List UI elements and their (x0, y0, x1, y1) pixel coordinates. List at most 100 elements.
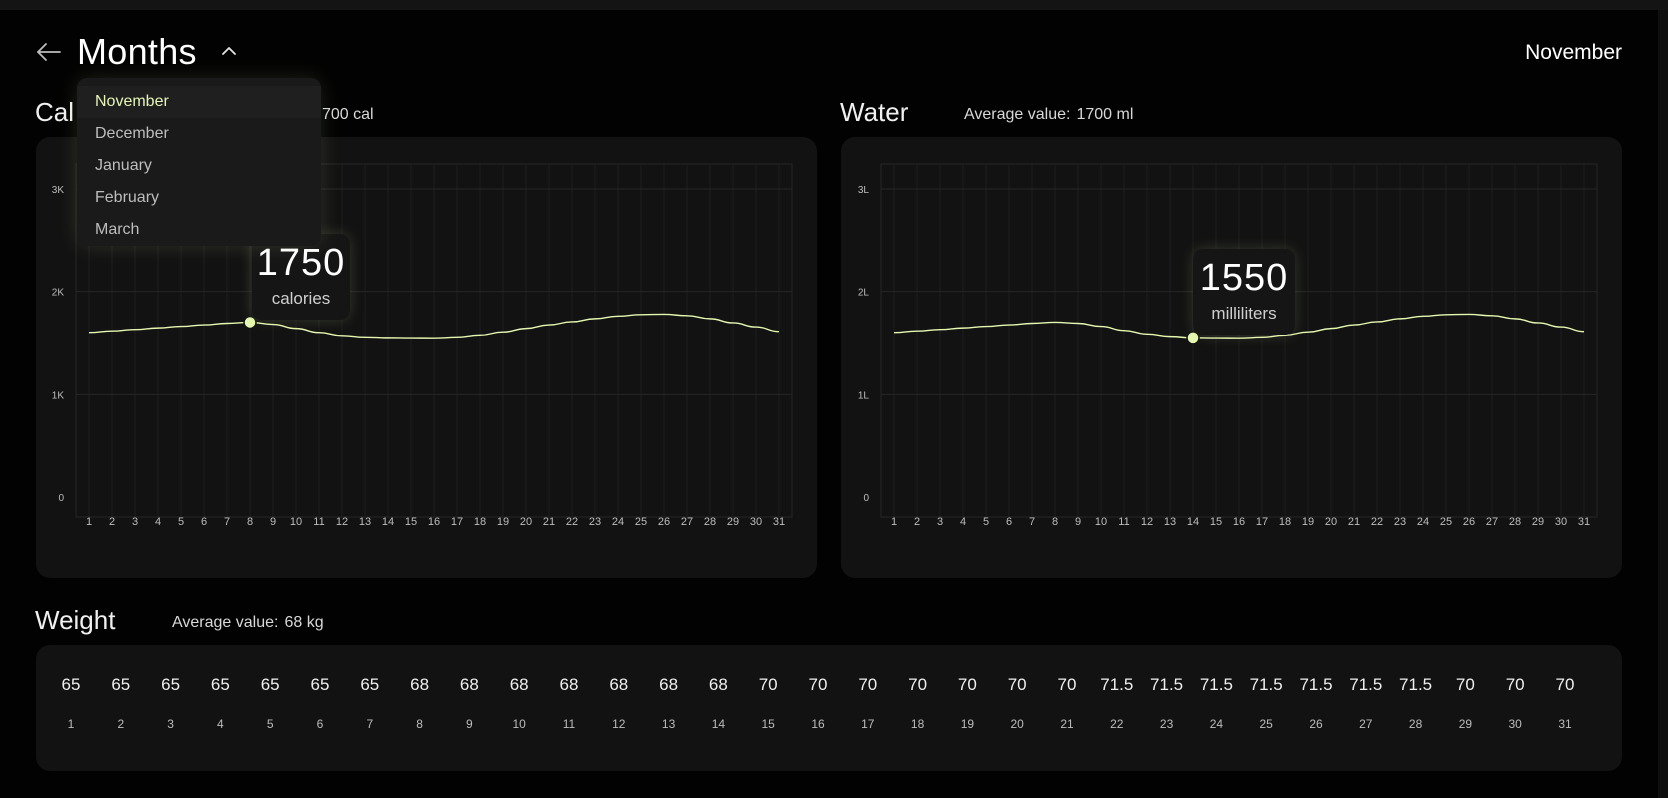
calories-x-tick-label: 2 (109, 516, 115, 528)
water-x-tick-label: 8 (1052, 516, 1058, 528)
calories-x-tick-label: 3 (132, 516, 138, 528)
calories-x-tick-label: 8 (247, 516, 253, 528)
weight-average-value: 68 kg (284, 614, 324, 631)
weight-title: Weight (35, 605, 116, 635)
water-x-tick-label: 31 (1578, 516, 1590, 528)
water-average-value: 1700 ml (1076, 106, 1134, 123)
calories-tooltip-unit: calories (271, 289, 331, 308)
calories-x-tick-label: 10 (290, 516, 302, 528)
calories-x-tick-label: 17 (451, 516, 463, 528)
water-x-tick-label: 27 (1486, 516, 1498, 528)
calories-average-value: 700 cal (322, 106, 374, 123)
calories-y-tick-label: 3K (52, 185, 65, 196)
calories-x-tick-label: 6 (201, 516, 207, 528)
water-chart: 01L2L3L1 2 3 4 5 6 7 8 9 10 11 12 13 14 15 16 17 18 19 20 21… (858, 163, 1598, 528)
calories-y-tick-label: 0 (58, 493, 64, 504)
water-y-tick-label: 0 (863, 493, 869, 504)
calories-average: 700 cal (322, 106, 374, 124)
weight-card: 65 1 65 2 65 3 65 4 65 5 65 6 65 7 68 8 68 9 68 10 68 11 68 12 6… (36, 645, 1622, 771)
dropdown-option-february[interactable]: February (77, 182, 321, 214)
water-x-tick-label: 4 (960, 516, 966, 528)
weight-day-label: 31 (1558, 717, 1572, 731)
calories-title: Cal (35, 97, 75, 127)
water-x-tick-label: 24 (1417, 516, 1429, 528)
calories-x-tick-label: 5 (178, 516, 184, 528)
calories-highlight-point (243, 315, 257, 330)
calories-x-tick-label: 28 (704, 516, 716, 528)
calories-y-tick-label: 1K (52, 390, 65, 401)
back-arrow-icon[interactable] (34, 40, 64, 64)
calories-x-tick-label: 29 (727, 516, 739, 528)
calories-x-tick-label: 30 (750, 516, 762, 528)
calories-x-tick-label: 31 (773, 516, 785, 528)
calories-x-tick-label: 26 (658, 516, 670, 528)
water-tooltip: 1550 milliliters (1193, 249, 1295, 335)
water-average-label: Average value: (964, 106, 1071, 123)
dropdown-option-january[interactable]: January (77, 150, 321, 182)
water-y-tick-label: 2L (858, 288, 870, 299)
water-tooltip-value: 1550 (1199, 257, 1289, 299)
dropdown-option-march[interactable]: March (77, 214, 321, 246)
calories-x-tick-label: 9 (270, 516, 276, 528)
water-x-tick-label: 20 (1325, 516, 1337, 528)
water-x-tick-label: 18 (1279, 516, 1291, 528)
calories-x-tick-label: 18 (474, 516, 486, 528)
page-title: Months (77, 31, 197, 72)
water-x-tick-label: 6 (1006, 516, 1012, 528)
water-x-tick-label: 14 (1187, 516, 1199, 528)
calories-x-tick-label: 7 (224, 516, 230, 528)
water-x-tick-label: 22 (1371, 516, 1383, 528)
calories-y-tick-label: 2K (52, 288, 65, 299)
calories-x-tick-label: 12 (336, 516, 348, 528)
chevron-up-icon[interactable] (220, 44, 238, 58)
water-y-tick-label: 3L (858, 185, 870, 196)
calories-x-tick-label: 24 (612, 516, 624, 528)
calories-x-tick-label: 22 (566, 516, 578, 528)
water-x-tick-label: 28 (1509, 516, 1521, 528)
water-x-tick-label: 3 (937, 516, 943, 528)
water-x-tick-label: 15 (1210, 516, 1222, 528)
weight-average: Average value: 68 kg (172, 614, 324, 632)
calories-tooltip-value: 1750 (256, 242, 346, 284)
water-x-tick-label: 7 (1029, 516, 1035, 528)
dropdown-option-november[interactable]: November (77, 86, 321, 118)
calories-x-tick-label: 21 (543, 516, 555, 528)
water-x-tick-label: 17 (1256, 516, 1268, 528)
water-x-tick-label: 11 (1118, 516, 1129, 528)
water-x-tick-label: 21 (1348, 516, 1360, 528)
dropdown-option-december[interactable]: December (77, 118, 321, 150)
water-x-tick-label: 2 (914, 516, 920, 528)
water-y-tick-label: 1L (858, 390, 870, 401)
calories-x-tick-label: 16 (428, 516, 440, 528)
water-x-tick-label: 16 (1233, 516, 1245, 528)
weight-value: 70 (1555, 675, 1575, 694)
water-x-tick-label: 29 (1532, 516, 1544, 528)
water-x-tick-label: 9 (1075, 516, 1081, 528)
calories-x-tick-label: 14 (382, 516, 394, 528)
calories-x-tick-label: 23 (589, 516, 601, 528)
calories-x-tick-label: 25 (635, 516, 647, 528)
selected-month-label: November (1525, 41, 1622, 64)
water-average: Average value: 1700 ml (964, 106, 1133, 124)
water-x-tick-label: 1 (891, 516, 897, 528)
water-x-tick-label: 5 (983, 516, 989, 528)
water-x-tick-label: 30 (1555, 516, 1567, 528)
water-x-tick-label: 13 (1164, 516, 1176, 528)
water-x-tick-label: 23 (1394, 516, 1406, 528)
calories-x-tick-label: 20 (520, 516, 532, 528)
top-bar (0, 0, 1668, 10)
calories-x-tick-label: 19 (497, 516, 509, 528)
calories-x-tick-label: 1 (86, 516, 92, 528)
water-x-tick-label: 25 (1440, 516, 1452, 528)
water-x-tick-label: 10 (1095, 516, 1107, 528)
month-dropdown[interactable]: November December January February March (77, 78, 321, 246)
calories-x-tick-label: 15 (405, 516, 417, 528)
water-x-tick-label: 12 (1141, 516, 1153, 528)
calories-x-tick-label: 4 (155, 516, 161, 528)
calories-x-tick-label: 27 (681, 516, 693, 528)
calories-x-tick-label: 11 (313, 516, 324, 528)
water-title: Water (840, 97, 909, 127)
weight-average-label: Average value: (172, 614, 279, 631)
scrollbar-track[interactable] (1658, 10, 1668, 798)
water-chart-card: 0 1L 2L 3L 1 2 3 4 5 6 7 8 9 10 11 12 13 14 15 16 17 18 19 20 21… (841, 137, 1622, 578)
